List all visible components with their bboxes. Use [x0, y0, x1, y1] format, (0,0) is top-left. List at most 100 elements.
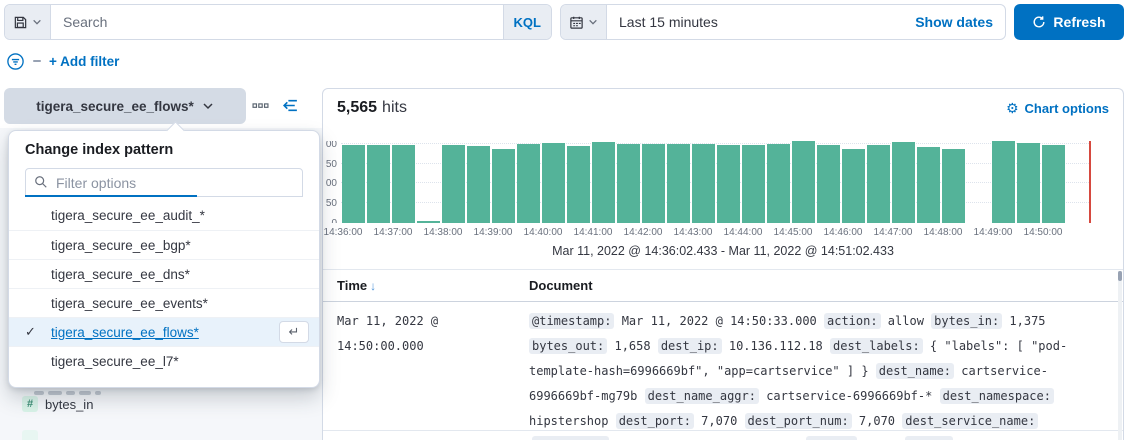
x-axis-tick-label: 14:36:00: [324, 227, 363, 238]
histogram-plot[interactable]: [341, 141, 1091, 223]
y-axis-labels: 005000500: [323, 141, 338, 223]
histogram-bar[interactable]: [642, 144, 665, 223]
index-pattern-option-label: tigera_secure_ee_bgp*: [51, 238, 191, 253]
field-name-badge: dest_namespace:: [940, 388, 1054, 404]
gridline: [341, 143, 1091, 144]
histogram-bar[interactable]: [1017, 143, 1040, 223]
number-field-icon: #: [22, 396, 38, 412]
current-time-marker: [1089, 141, 1091, 223]
x-axis-tick-label: 14:39:00: [474, 227, 513, 238]
boxes-horizontal-icon[interactable]: [252, 97, 269, 114]
histogram-bar[interactable]: [867, 145, 890, 223]
histogram-bar[interactable]: [467, 146, 490, 223]
filter-menu-icon[interactable]: [6, 52, 25, 71]
field-name-badge: bytes_in:: [931, 313, 1002, 329]
x-axis-tick-label: 14:42:00: [624, 227, 663, 238]
chart-options-button[interactable]: ⚙ Chart options: [1006, 100, 1109, 117]
histogram-bar[interactable]: [892, 142, 915, 223]
time-range-value[interactable]: Last 15 minutes: [607, 14, 718, 30]
index-pattern-option[interactable]: tigera_secure_ee_dns*: [9, 259, 319, 288]
index-pattern-option-label: tigera_secure_ee_flows*: [51, 325, 199, 340]
row-document-cell[interactable]: @timestamp: Mar 11, 2022 @ 14:50:33.000 …: [529, 309, 1109, 434]
filter-options-box: [25, 168, 303, 197]
field-name: bytes_in: [45, 397, 93, 412]
x-axis-tick-label: 14:38:00: [424, 227, 463, 238]
x-axis-tick-label: 14:44:00: [724, 227, 763, 238]
histogram-bar[interactable]: [992, 141, 1015, 223]
index-pattern-option[interactable]: ✓tigera_secure_ee_flows*↵: [9, 317, 319, 346]
histogram-bar[interactable]: [417, 221, 440, 223]
show-dates-link[interactable]: Show dates: [915, 14, 1005, 30]
popover-title: Change index pattern: [9, 131, 319, 166]
saved-query-menu[interactable]: [5, 5, 51, 39]
y-axis-tick-label: 00: [326, 178, 337, 189]
field-item-bytes-in[interactable]: # bytes_in: [22, 396, 93, 412]
index-pattern-option[interactable]: tigera_secure_ee_events*: [9, 288, 319, 317]
x-axis-tick-label: 14:43:00: [674, 227, 713, 238]
results-panel: 5,565 hits ⚙ Chart options 005000500 14:…: [322, 88, 1124, 440]
field-name-badge: @timestamp:: [529, 313, 614, 329]
table-scrollbar[interactable]: [1118, 271, 1122, 440]
index-pattern-option-label: tigera_secure_ee_audit_*: [51, 208, 205, 223]
histogram-bar[interactable]: [367, 145, 390, 223]
histogram-bar[interactable]: [792, 141, 815, 223]
histogram-bar[interactable]: [917, 147, 940, 223]
histogram-bar[interactable]: [517, 144, 540, 223]
x-axis-tick-label: 14:40:00: [524, 227, 563, 238]
histogram-bar[interactable]: [717, 145, 740, 223]
field-item-occluded: [34, 391, 101, 395]
histogram-bar[interactable]: [442, 145, 465, 223]
histogram-bar[interactable]: [692, 144, 715, 223]
index-pattern-list: tigera_secure_ee_audit_* tigera_secure_ee…: [9, 201, 319, 375]
histogram-bar[interactable]: [667, 144, 690, 223]
divider: [323, 301, 1123, 302]
scrollbar-thumb[interactable]: [1118, 271, 1122, 281]
chart-time-range-subtitle: Mar 11, 2022 @ 14:36:02.433 - Mar 11, 20…: [323, 244, 1123, 258]
date-quick-menu[interactable]: [561, 5, 607, 39]
refresh-button[interactable]: Refresh: [1014, 4, 1124, 40]
index-pattern-button[interactable]: tigera_secure_ee_flows*: [4, 88, 246, 124]
histogram-bar[interactable]: [567, 146, 590, 223]
search-box: KQL: [4, 4, 552, 40]
query-bar: KQL Last 15 minutes Show dates Refresh: [4, 4, 1124, 40]
row-time-cell[interactable]: Mar 11, 2022 @ 14:50:00.000: [337, 309, 527, 359]
histogram-bar[interactable]: [592, 142, 615, 223]
field-name-badge: dest_name_aggr:: [645, 388, 759, 404]
date-picker[interactable]: Last 15 minutes Show dates: [560, 4, 1006, 40]
y-axis-tick-label: 50: [326, 159, 337, 170]
chevron-down-icon: [588, 17, 598, 27]
histogram-bar[interactable]: [617, 144, 640, 223]
filter-options-input[interactable]: [25, 168, 303, 197]
histogram-bar[interactable]: [942, 149, 965, 223]
column-header-time[interactable]: Time↓: [337, 278, 376, 293]
index-pattern-option[interactable]: tigera_secure_ee_audit_*: [9, 201, 319, 230]
histogram-bar[interactable]: [492, 149, 515, 223]
query-language-toggle[interactable]: KQL: [503, 5, 551, 39]
histogram-bar[interactable]: [342, 145, 365, 223]
histogram-bar[interactable]: [1042, 145, 1065, 223]
index-pattern-option[interactable]: tigera_secure_ee_bgp*: [9, 230, 319, 259]
search-input[interactable]: [51, 5, 503, 39]
filter-bar: + Add filter: [6, 49, 119, 73]
index-pattern-label: tigera_secure_ee_flows*: [36, 99, 194, 114]
x-axis-tick-label: 14:37:00: [374, 227, 413, 238]
gear-icon: ⚙: [1006, 100, 1019, 117]
chart-options-label: Chart options: [1025, 101, 1110, 116]
index-pattern-option[interactable]: tigera_secure_ee_l7*: [9, 346, 319, 375]
collapse-sidebar-icon[interactable]: [282, 97, 299, 114]
histogram-bar[interactable]: [817, 145, 840, 223]
histogram-bar[interactable]: [842, 149, 865, 223]
histogram-bar[interactable]: [742, 145, 765, 223]
chevron-down-icon: [32, 17, 42, 27]
histogram-bar[interactable]: [392, 145, 415, 223]
add-filter-link[interactable]: + Add filter: [49, 54, 119, 69]
histogram-bar[interactable]: [542, 143, 565, 223]
index-pattern-option-label: tigera_secure_ee_dns*: [51, 267, 190, 282]
field-badge-partial: [806, 436, 857, 440]
index-pattern-option-label: tigera_secure_ee_l7*: [51, 354, 179, 369]
field-name-badge: dest_port_num:: [745, 413, 852, 429]
x-axis-tick-label: 14:41:00: [574, 227, 613, 238]
histogram-bar[interactable]: [767, 144, 790, 223]
hits-histogram: 005000500 14:36:0014:37:0014:38:0014:39:…: [323, 141, 1123, 241]
refresh-icon: [1032, 15, 1046, 29]
